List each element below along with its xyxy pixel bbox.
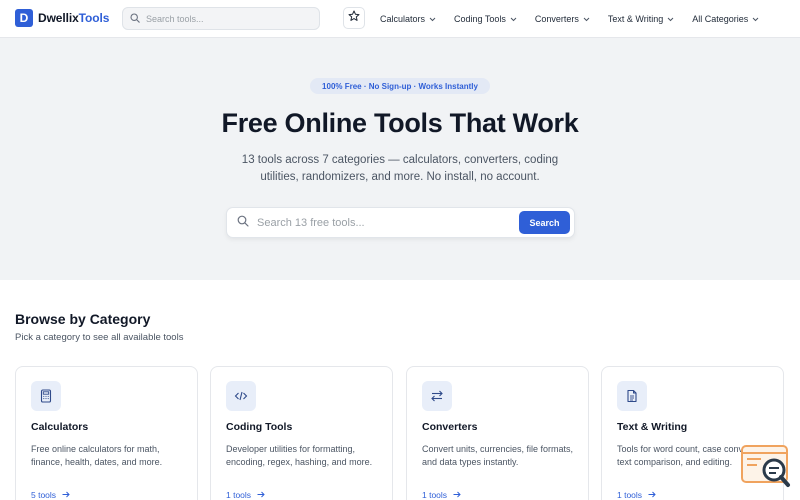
favorites-button[interactable] xyxy=(343,7,365,29)
hero-section: 100% Free · No Sign-up · Works Instantly… xyxy=(0,38,800,280)
chevron-down-icon xyxy=(667,14,674,24)
section-title: Browse by Category xyxy=(15,311,151,327)
category-card-calculators[interactable]: Calculators Free online calculators for … xyxy=(15,366,198,500)
nav-item-converters[interactable]: Converters xyxy=(535,14,590,24)
chevron-down-icon xyxy=(510,14,517,24)
search-icon xyxy=(237,214,249,232)
card-tools-link[interactable]: 1 tools xyxy=(226,490,265,500)
search-button[interactable]: Search xyxy=(519,211,570,234)
section-subtitle: Pick a category to see all available too… xyxy=(15,332,184,343)
nav-item-text-writing[interactable]: Text & Writing xyxy=(608,14,674,24)
nav-item-label: Coding Tools xyxy=(454,14,506,24)
logo-mark: D xyxy=(15,9,33,27)
logo-text-part2: Tools xyxy=(78,11,110,25)
help-search-widget[interactable] xyxy=(741,445,791,489)
document-icon xyxy=(617,381,647,411)
arrow-right-icon xyxy=(453,490,461,500)
category-card-converters[interactable]: Converters Convert units, currencies, fi… xyxy=(406,366,589,500)
nav-item-coding-tools[interactable]: Coding Tools xyxy=(454,14,517,24)
calculator-icon xyxy=(31,381,61,411)
card-tools-count: 1 tools xyxy=(617,490,643,500)
nav-search-input[interactable] xyxy=(146,13,306,24)
magnifier-window-icon xyxy=(741,445,791,493)
nav-item-all-categories[interactable]: All Categories xyxy=(692,14,759,24)
browse-categories-section: Browse by Category Pick a category to se… xyxy=(0,280,800,500)
nav-item-calculators[interactable]: Calculators xyxy=(380,14,436,24)
hero-title: Free Online Tools That Work xyxy=(221,108,579,138)
nav-item-label: All Categories xyxy=(692,14,749,24)
star-icon xyxy=(348,9,360,27)
site-logo[interactable]: D DwellixTools xyxy=(15,8,109,28)
hero-search-input[interactable] xyxy=(257,216,507,229)
swap-arrows-icon xyxy=(422,381,452,411)
nav-menu: Calculators Coding Tools Converters Text… xyxy=(380,0,777,38)
card-description: Free online calculators for math, financ… xyxy=(31,444,163,467)
card-title: Converters xyxy=(422,421,478,433)
card-tools-link[interactable]: 1 tools xyxy=(617,490,656,500)
card-tools-count: 1 tools xyxy=(226,490,252,500)
card-tools-count: 1 tools xyxy=(422,490,448,500)
card-description: Developer utilities for formatting, enco… xyxy=(226,444,373,467)
logo-text-part1: Dwellix xyxy=(38,11,79,25)
chevron-down-icon xyxy=(752,14,759,24)
card-tools-link[interactable]: 5 tools xyxy=(31,490,70,500)
card-title: Text & Writing xyxy=(617,421,688,433)
chevron-down-icon xyxy=(583,14,590,24)
nav-item-label: Converters xyxy=(534,14,579,24)
code-icon xyxy=(226,381,256,411)
hero-subtitle: 13 tools across 7 categories — calculato… xyxy=(241,154,559,183)
card-tools-count: 5 tools xyxy=(31,490,57,500)
search-icon xyxy=(130,10,140,28)
card-title: Calculators xyxy=(31,421,89,433)
card-description: Convert units, currencies, file formats,… xyxy=(422,444,574,467)
nav-item-label: Calculators xyxy=(380,14,426,24)
top-navbar: D DwellixTools Calculators Coding Tools … xyxy=(0,0,800,38)
logo-text: DwellixTools xyxy=(38,11,109,25)
chevron-down-icon xyxy=(429,14,436,24)
arrow-right-icon xyxy=(257,490,265,500)
arrow-right-icon xyxy=(648,490,656,500)
card-title: Coding Tools xyxy=(226,421,293,433)
nav-item-label: Text & Writing xyxy=(607,14,664,24)
hero-search-box[interactable]: Search xyxy=(226,207,575,238)
card-tools-link[interactable]: 1 tools xyxy=(422,490,461,500)
hero-badge: 100% Free · No Sign-up · Works Instantly xyxy=(310,78,490,94)
category-card-coding-tools[interactable]: Coding Tools Developer utilities for for… xyxy=(210,366,393,500)
arrow-right-icon xyxy=(62,490,70,500)
nav-search-box[interactable] xyxy=(122,7,320,30)
